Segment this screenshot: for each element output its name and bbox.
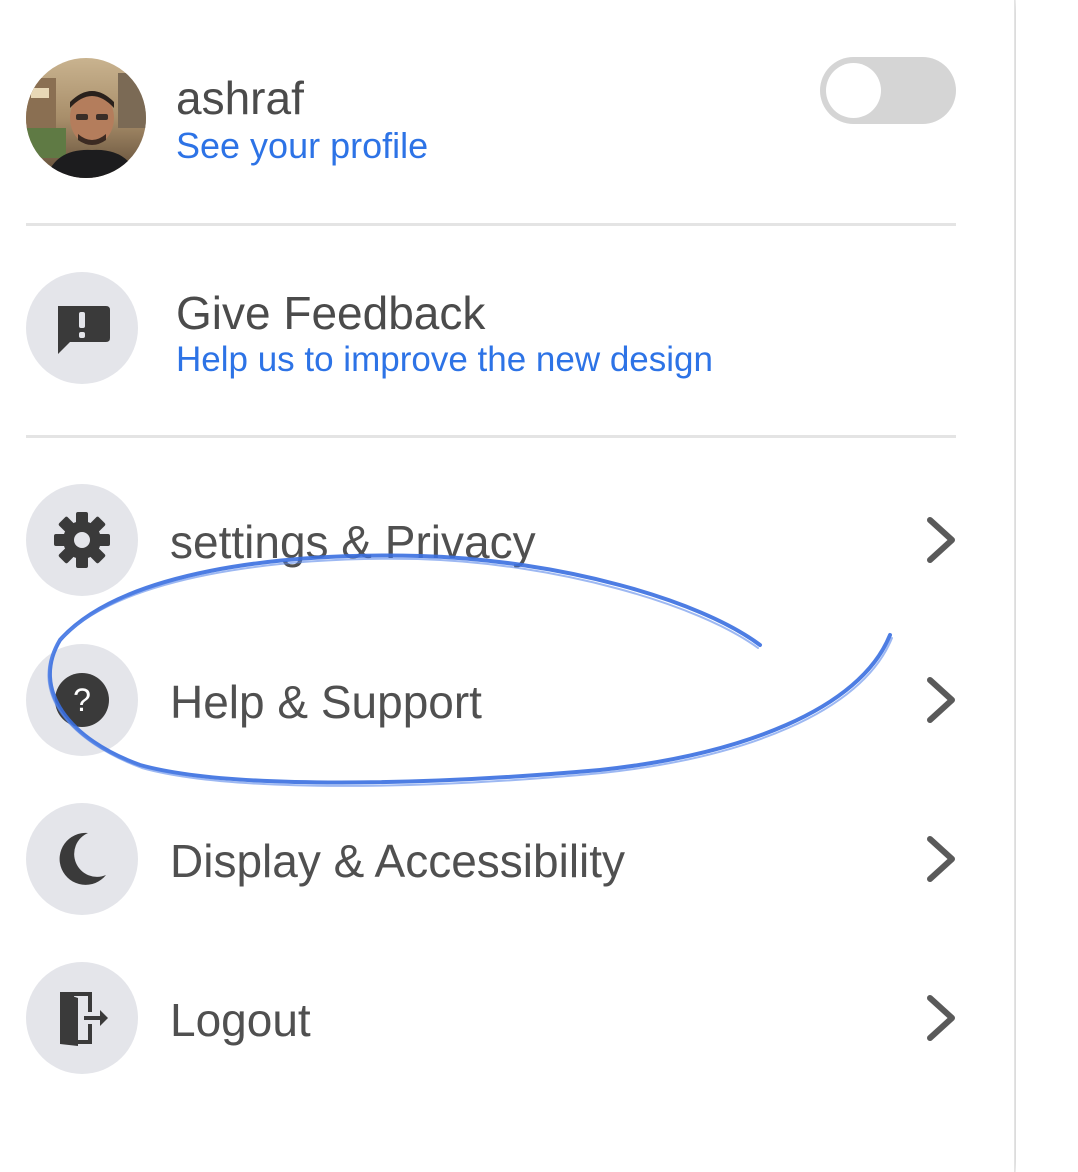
divider (26, 435, 956, 438)
svg-text:?: ? (73, 682, 91, 718)
chevron-right-icon (927, 517, 955, 563)
toggle-knob (826, 63, 881, 118)
chevron-right-icon (927, 677, 955, 723)
menu-item-help-support[interactable]: ? Help & Support (0, 644, 1000, 764)
menu-item-label: Help & Support (170, 676, 482, 728)
menu-item-logout[interactable]: Logout (0, 962, 1000, 1082)
chevron-right-icon (927, 836, 955, 882)
menu-item-label: settings & Privacy (170, 516, 536, 568)
see-profile-link[interactable]: See your profile (176, 128, 428, 164)
avatar-photo (26, 58, 146, 178)
moon-icon (59, 832, 106, 885)
display-icon-circle (26, 803, 138, 915)
feedback-subtitle: Help us to improve the new design (176, 340, 713, 379)
help-question-icon: ? (55, 673, 109, 727)
chevron-right-icon (927, 995, 955, 1041)
feedback-exclamation-icon (58, 306, 110, 354)
feedback-title[interactable]: Give Feedback (176, 290, 485, 336)
menu-item-label: Display & Accessibility (170, 835, 626, 887)
background-outside-panel (1016, 0, 1078, 1172)
menu-item-display-accessibility[interactable]: Display & Accessibility (0, 803, 1000, 923)
profile-name: ashraf (176, 72, 304, 124)
divider (26, 223, 956, 226)
settings-icon-circle (26, 484, 138, 596)
feedback-icon-button[interactable] (26, 272, 138, 384)
help-icon-circle: ? (26, 644, 138, 756)
gear-icon (54, 512, 110, 568)
logout-door-icon (60, 992, 108, 1046)
logout-icon-circle (26, 962, 138, 1074)
menu-item-settings-privacy[interactable]: settings & Privacy (0, 484, 1000, 604)
menu-item-label: Logout (170, 994, 311, 1046)
avatar[interactable] (26, 58, 146, 178)
mode-toggle[interactable] (820, 57, 956, 124)
menu-panel: ashraf See your profile Give Feedback He… (0, 0, 1015, 1172)
